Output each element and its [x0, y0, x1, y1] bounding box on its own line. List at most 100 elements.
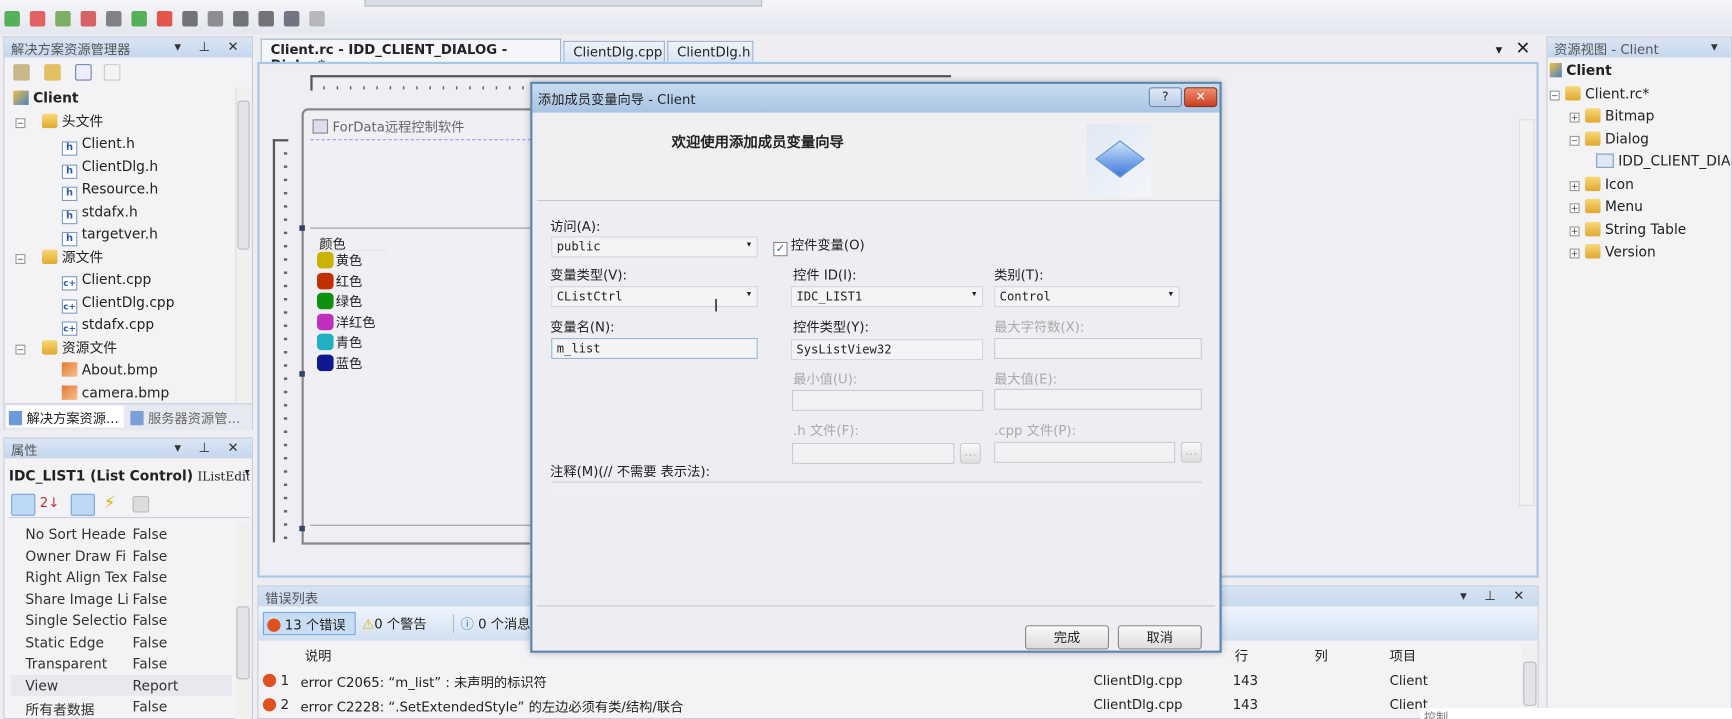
tree-item[interactable]: About.bmp [13, 359, 234, 382]
list-item[interactable]: 蓝色 [317, 353, 545, 373]
resize-handle[interactable] [299, 225, 305, 231]
tree-item[interactable]: h ClientDlg.h [13, 155, 234, 179]
variable-type-combo[interactable]: CListCtrl ▾ [551, 286, 758, 308]
scrollbar[interactable] [235, 87, 251, 403]
build-icon[interactable] [55, 11, 71, 27]
clean-icon[interactable] [106, 11, 122, 27]
column-project[interactable]: 项目 [1390, 646, 1417, 665]
help-button[interactable]: ? [1148, 87, 1182, 108]
tree-item[interactable]: + Menu [1550, 196, 1731, 219]
properties-icon[interactable] [13, 64, 30, 81]
tree-item[interactable]: + Bitmap [1550, 105, 1731, 128]
events-icon[interactable]: ⚡ [104, 493, 116, 513]
overflow-icon[interactable] [309, 11, 325, 27]
panel-controls[interactable]: ▾ ⊥ ✕ [174, 39, 245, 54]
variable-name-input[interactable]: m_list [551, 338, 758, 359]
tree-root[interactable]: Client [1549, 60, 1731, 83]
tab-clientdlg-h[interactable]: ClientDlg.h [667, 40, 754, 62]
tree-item[interactable]: c+ stdafx.cpp [13, 314, 234, 337]
property-row[interactable]: No Sort Heade False [11, 524, 232, 546]
rebuild-icon[interactable] [80, 11, 97, 27]
tree-item[interactable]: IDD_CLIENT_DIALOG [1550, 150, 1731, 173]
list-control[interactable]: 颜色 黄色 红色 绿色 洋红色 青色 蓝色 [310, 227, 545, 526]
tree-item[interactable]: + String Table [1550, 218, 1731, 241]
property-row[interactable]: 所有者数据 False [11, 696, 232, 718]
list-item[interactable]: 青色 [317, 332, 545, 352]
h-file-input[interactable] [791, 442, 955, 464]
error-row[interactable]: 1 error C2065: “m_list” : 未声明的标识符 ClientDl… [258, 670, 1517, 692]
max-chars-input[interactable] [994, 338, 1202, 359]
collapse-icon[interactable]: − [1549, 90, 1560, 100]
properties-icon[interactable] [70, 493, 95, 516]
control-variable-checkbox[interactable]: ✓ 控件变量(O) [773, 235, 865, 257]
errors-filter-button[interactable]: 13 个错误 [262, 611, 356, 636]
tree-item[interactable]: h Resource.h [13, 178, 234, 202]
expand-icon[interactable]: + [1569, 112, 1580, 123]
collapse-icon[interactable]: − [1569, 135, 1580, 146]
warnings-filter-button[interactable]: ⚠0 个警告 [362, 614, 426, 633]
tree-item-rc[interactable]: − Client.rc* [1549, 82, 1731, 105]
access-combo[interactable]: public ▾ [551, 236, 758, 258]
column-line[interactable]: 行 [1235, 646, 1248, 665]
control-type-field[interactable]: SysListView32 [790, 339, 984, 361]
property-row[interactable]: View Report [11, 674, 232, 696]
resize-handle[interactable] [299, 371, 305, 377]
tree-item[interactable]: + Icon [1550, 173, 1731, 196]
tree-item[interactable]: c+ ClientDlg.cpp [13, 291, 234, 314]
view-code-icon[interactable] [75, 64, 92, 81]
categorized-icon[interactable] [11, 493, 36, 516]
close-document-icon[interactable]: ✕ [1515, 38, 1530, 59]
close-button[interactable]: ✕ [1184, 87, 1218, 108]
comment-icon[interactable] [233, 11, 249, 27]
comment-input[interactable] [551, 481, 1202, 504]
tree-item[interactable]: c+ Client.cpp [13, 268, 234, 291]
scrollbar[interactable] [235, 522, 251, 719]
expand-icon[interactable]: + [1569, 180, 1580, 191]
property-row[interactable]: Owner Draw Fi False [11, 545, 232, 567]
panel-controls[interactable]: ▾ ⊥ ✕ [1460, 588, 1531, 603]
cancel-button[interactable]: 取消 [1117, 625, 1202, 650]
designed-dialog[interactable]: ForData远程控制软件 颜色 黄色 红色 绿色 洋红色 青色 蓝色 [299, 108, 545, 545]
error-row[interactable]: 2 error C2228: “.SetExtendedStyle” 的左边必须有… [258, 695, 1517, 717]
collapse-icon[interactable]: − [15, 117, 26, 128]
tree-item[interactable]: + Version [1550, 241, 1731, 264]
list-item[interactable]: 黄色 [317, 251, 545, 271]
alphabetical-icon[interactable]: 2↓ [40, 495, 60, 510]
finish-button[interactable]: 完成 [1025, 625, 1110, 650]
start-icon[interactable] [4, 11, 20, 27]
messages-filter-button[interactable]: ⓘ 0 个消息 [452, 614, 531, 633]
tree-item[interactable]: h targetver.h [13, 223, 234, 247]
property-row[interactable]: Right Align Tex False [11, 567, 232, 589]
list-item[interactable]: 绿色 [317, 292, 545, 312]
category-combo[interactable]: Control ▾ [994, 286, 1180, 308]
find-icon[interactable] [182, 11, 198, 27]
tab-server-explorer[interactable]: 服务器资源管... [128, 405, 250, 427]
breakpoint-icon[interactable] [156, 11, 173, 27]
list-item[interactable]: 洋红色 [317, 312, 545, 332]
collapse-icon[interactable]: − [15, 253, 26, 264]
collapse-icon[interactable]: − [15, 344, 26, 355]
tree-item[interactable]: − Dialog [1550, 128, 1731, 151]
tree-item[interactable]: camera.bmp [13, 382, 234, 405]
show-all-files-icon[interactable] [44, 64, 61, 81]
min-value-input[interactable] [791, 389, 984, 411]
h-file-browse-button[interactable]: ... [959, 442, 981, 464]
editor-scrollbar[interactable] [1518, 119, 1535, 506]
panel-dropdown-icon[interactable]: ▾ [1711, 39, 1724, 54]
cpp-file-input[interactable] [994, 441, 1176, 463]
tab-dropdown-icon[interactable]: ▾ [1496, 42, 1503, 57]
expand-icon[interactable]: + [1569, 248, 1580, 259]
column-column[interactable]: 列 [1314, 646, 1327, 665]
column-description[interactable]: 说明 [305, 646, 332, 665]
tree-item[interactable]: h stdafx.h [13, 200, 234, 224]
tools-icon[interactable] [283, 11, 300, 27]
property-row[interactable]: Single Selectio False [11, 610, 232, 632]
control-id-combo[interactable]: IDC_LIST1 ▾ [790, 286, 984, 308]
tree-root[interactable]: Client [13, 87, 234, 110]
property-row[interactable]: Share Image Li False [11, 588, 232, 610]
object-selector[interactable]: IDC_LIST1 (List Control) IListEdit‹▾ [9, 467, 250, 484]
resize-handle[interactable] [299, 525, 305, 532]
expand-icon[interactable]: + [1569, 225, 1580, 236]
cpp-file-browse-button[interactable]: ... [1180, 441, 1202, 463]
bookmark-icon[interactable] [258, 11, 274, 27]
